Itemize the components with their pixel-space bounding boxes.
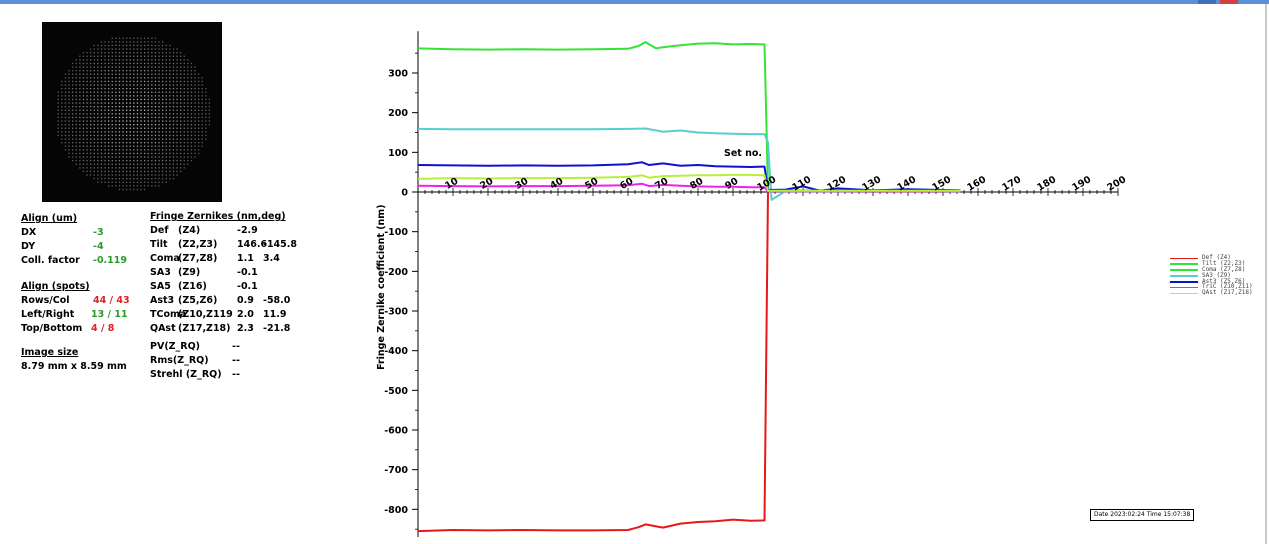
zernike-v1: 0.9 [237,295,254,306]
zernike-terms: (Z16) [178,281,207,292]
x-tick-label: 90 [723,176,740,192]
zernike-v1: -0.1 [237,267,258,278]
coll-factor-value: -0.119 [93,255,127,266]
left-right-label: Left/Right [21,309,75,320]
chart-series [417,41,961,533]
align-dx-label: DX [21,227,37,238]
series-line [417,41,961,192]
zernike-name: Tilt [150,239,168,250]
zernike-v1: -0.1 [237,281,258,292]
y-tick-label: -600 [384,426,408,437]
y-axis-title: Fringe Zernike coefficient (nm) [376,204,387,369]
spot-pattern [57,37,211,191]
y-tick-label: -700 [384,465,408,476]
zernike-terms: (Z10,Z119 [178,309,233,320]
align-dy-label: DY [21,241,36,252]
rows-col-value: 44 / 43 [93,295,130,306]
image-size-header: Image size [21,347,79,358]
zernike-v2: 3.4 [263,253,280,264]
top-bottom-label: Top/Bottom [21,323,83,334]
zernike-v1: 2.3 [237,323,254,334]
restore-window-button[interactable] [1198,0,1216,4]
y-tick-label: 200 [388,108,408,119]
legend-swatch [1170,263,1198,265]
zernike-terms: (Z7,Z8) [178,253,218,264]
shack-hartmann-spot-image [42,22,222,202]
legend-swatch [1170,292,1198,295]
zernike-v2: 11.9 [263,309,287,320]
rows-col-label: Rows/Col [21,295,70,306]
timestamp-box: Date 2023:02:24 Time 15:07:38 [1090,509,1195,521]
coll-factor-label: Coll. factor [21,255,80,266]
align-dy-value: -4 [93,241,104,252]
zernike-terms: (Z2,Z3) [178,239,218,250]
zernike-terms: (Z5,Z6) [178,295,218,306]
series-line [417,189,961,533]
zernike-terms: (Z17,Z18) [178,323,231,334]
zernike-v1: 1.1 [237,253,254,264]
align-spots-header: Align (spots) [21,281,90,292]
window-title-bar [0,0,1269,4]
y-tick-label: -400 [384,346,408,357]
quality-value: -- [232,369,240,380]
quality-label: Strehl (Z_RQ) [150,369,222,380]
y-tick-label: 0 [401,188,408,199]
zernike-name: QAst [150,323,176,334]
y-tick-label: -200 [384,267,408,278]
legend-swatch [1170,257,1198,259]
top-bottom-value: 4 / 8 [91,323,115,334]
window-right-border [1265,4,1267,544]
zernike-v2: -145.8 [263,239,297,250]
y-tick-label: -100 [384,227,408,238]
zernike-v2: -58.0 [263,295,291,306]
legend-swatch [1170,275,1198,277]
legend-swatch [1170,269,1198,271]
y-tick-label: 300 [388,69,408,80]
quality-label: Rms(Z_RQ) [150,355,209,366]
x-tick-label: 80 [688,176,705,192]
align-dx-value: -3 [93,227,104,238]
quality-value: -- [232,355,240,366]
align-um-header: Align (um) [21,213,78,224]
y-tick-label: 100 [388,148,408,159]
zernikes-header: Fringe Zernikes (nm,deg) [150,211,286,222]
x-tick-label: 70 [653,176,670,192]
zernike-name: Ast3 [150,295,175,306]
zernike-name: Coma [150,253,180,264]
left-right-value: 13 / 11 [91,309,128,320]
zernike-v2: -21.8 [263,323,291,334]
zernike-history-chart: 300 200 100 0 -100 -200 -300 -400 -500 -600 -700 -8… [376,31,1128,537]
y-tick-label: -300 [384,307,408,318]
legend-swatch [1170,281,1198,283]
zernike-name: SA5 [150,281,171,292]
quality-label: PV(Z_RQ) [150,341,201,352]
legend-swatch [1170,286,1198,289]
legend-label: QAst (Z17,Z18) [1202,289,1253,297]
chart-labels: 300 200 100 0 -100 -200 -300 -400 -500 -600 -700 -8… [376,69,1128,516]
x-axis-title: Set no. [724,148,762,159]
y-tick-label: -800 [384,505,408,516]
close-window-button[interactable] [1220,0,1238,4]
y-tick-label: -500 [384,386,408,397]
zernike-v1: 2.0 [237,309,254,320]
zernike-name: SA3 [150,267,171,278]
quality-value: -- [232,341,240,352]
zernike-name: Def [150,225,169,236]
x-tick-label: 200 [1105,174,1128,194]
zernike-terms: (Z9) [178,267,201,278]
zernike-v1: -2.9 [237,225,258,236]
image-size-value: 8.79 mm x 8.59 mm [21,361,127,372]
zernike-terms: (Z4) [178,225,201,236]
